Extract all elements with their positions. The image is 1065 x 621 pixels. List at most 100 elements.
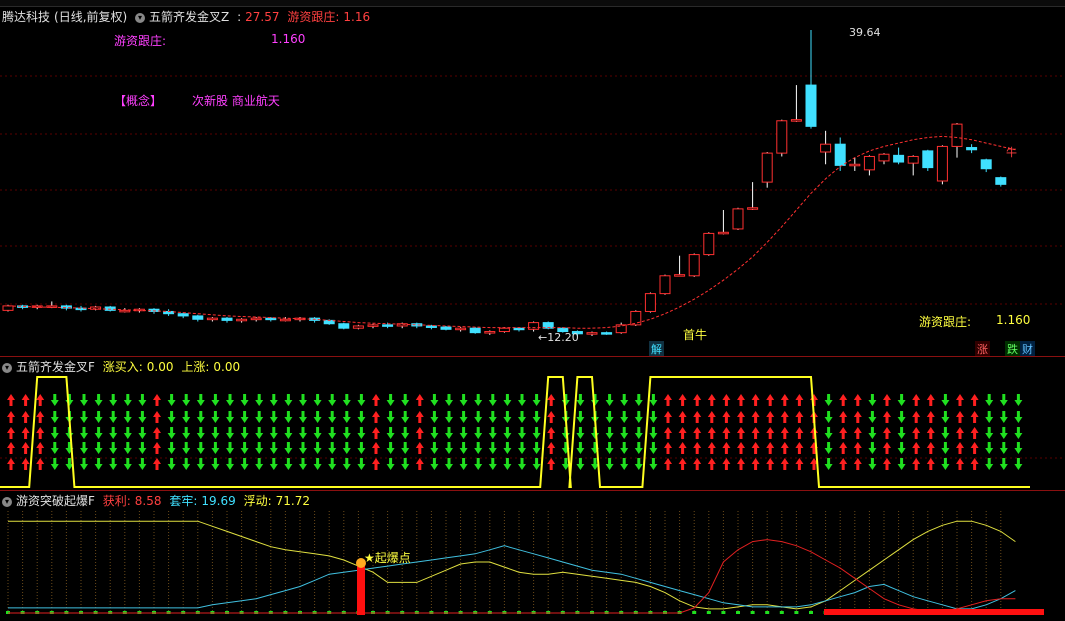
down-arrow (576, 427, 585, 439)
down-arrow (518, 394, 526, 406)
bottom-dot (736, 611, 740, 614)
down-arrow (445, 442, 453, 454)
up-arrow (7, 411, 15, 423)
up-arrow (780, 442, 789, 454)
up-arrow (678, 411, 687, 423)
down-arrow (109, 394, 118, 406)
down-arrow (284, 442, 293, 454)
down-arrow (109, 427, 118, 439)
candle-body (440, 326, 452, 330)
up-arrow (678, 427, 687, 439)
down-arrow (80, 442, 88, 454)
down-arrow (576, 394, 585, 406)
candle-body (922, 150, 934, 169)
down-arrow (226, 411, 234, 423)
up-arrow (956, 427, 964, 439)
down-arrow (824, 427, 833, 439)
down-arrow (196, 442, 205, 454)
buy-value: 0.00 (146, 360, 174, 374)
up-arrow (678, 394, 687, 406)
candle-body (382, 324, 394, 327)
down-arrow (518, 411, 526, 423)
down-arrow (532, 427, 541, 439)
up-arrow (956, 411, 964, 423)
up-arrow (415, 442, 424, 454)
down-arrow (518, 458, 526, 470)
youzi-value: 1.16 (343, 10, 371, 24)
down-arrow (824, 394, 833, 406)
up-arrow (372, 427, 380, 439)
collapse-icon[interactable]: ▾ (2, 496, 12, 507)
down-arrow (941, 427, 950, 439)
up-arrow (664, 394, 672, 406)
down-arrow (226, 394, 234, 406)
up-arrow (912, 442, 921, 454)
down-arrow (1014, 442, 1023, 454)
up-arrow (21, 442, 30, 454)
collapse-icon[interactable]: ▾ (135, 12, 146, 23)
breakout-panel: ▾ 游资突破起爆F 获利: 8.58 套牢: 19.69 浮动: 71.72 ★起爆点 (0, 490, 1065, 621)
up-arrow (970, 411, 979, 423)
down-arrow (299, 394, 307, 406)
up-arrow (839, 458, 848, 470)
down-arrow (80, 427, 88, 439)
up-arrow (751, 427, 760, 439)
overlay-youzi-value: 1.160 (271, 32, 306, 46)
down-arrow (649, 458, 658, 470)
down-arrow (328, 427, 337, 439)
down-arrow (518, 442, 526, 454)
explode-label: ★起爆点 (364, 551, 411, 565)
down-arrow (634, 427, 643, 439)
breakout-chart[interactable] (0, 491, 1065, 621)
up-arrow (693, 411, 702, 423)
candle-body (820, 143, 832, 153)
down-arrow (386, 411, 395, 423)
up-arrow (372, 411, 380, 423)
down-arrow (80, 394, 88, 406)
down-arrow (999, 442, 1008, 454)
up-arrow (415, 394, 424, 406)
up-arrow (707, 458, 716, 470)
down-arrow (138, 411, 147, 423)
down-arrow (226, 442, 234, 454)
candle-body (425, 325, 437, 328)
signal-panel: ▾ 五箭齐发金叉F 涨买入: 0.00 上涨: 0.00 (0, 356, 1065, 491)
candle-body (732, 208, 744, 230)
down-arrow (328, 394, 337, 406)
up-arrow (678, 442, 687, 454)
candle-body (805, 84, 817, 127)
trap-line (8, 545, 1016, 610)
candle-body (936, 145, 948, 182)
candle-body (776, 120, 788, 154)
down-arrow (167, 427, 176, 439)
high-price-label: 39.64 (849, 26, 881, 39)
down-arrow (313, 442, 322, 454)
arrow-signal-chart[interactable] (0, 357, 1065, 491)
down-arrow (255, 427, 264, 439)
down-arrow (868, 394, 877, 406)
candle-body (104, 306, 116, 311)
up-arrow (766, 442, 775, 454)
up-arrow (780, 458, 789, 470)
candle-body (790, 119, 802, 122)
down-arrow (269, 427, 278, 439)
youzi-label: 游资跟庄: (287, 10, 340, 24)
collapse-icon[interactable]: ▾ (2, 362, 12, 373)
up-arrow (707, 427, 716, 439)
up-arrow (853, 458, 862, 470)
first-bull-label: 首牛 (683, 328, 708, 342)
concept-value: 次新股 商业航天 (192, 94, 280, 108)
down-arrow (401, 411, 410, 423)
down-arrow (386, 394, 395, 406)
down-arrow (430, 427, 439, 439)
up-arrow (678, 458, 687, 470)
main-chart-panel: 腾达科技 (日线,前复权) ▾ 五箭齐发金叉Z :27.57 游资跟庄: 1.16 游… (0, 6, 1065, 356)
down-arrow (386, 427, 395, 439)
bottom-dot (809, 611, 813, 614)
down-arrow (196, 458, 205, 470)
down-arrow (196, 427, 205, 439)
candlestick-chart[interactable] (0, 6, 1065, 356)
up-arrow (36, 394, 45, 406)
bottom-dot (779, 611, 784, 614)
up-arrow (36, 427, 45, 439)
